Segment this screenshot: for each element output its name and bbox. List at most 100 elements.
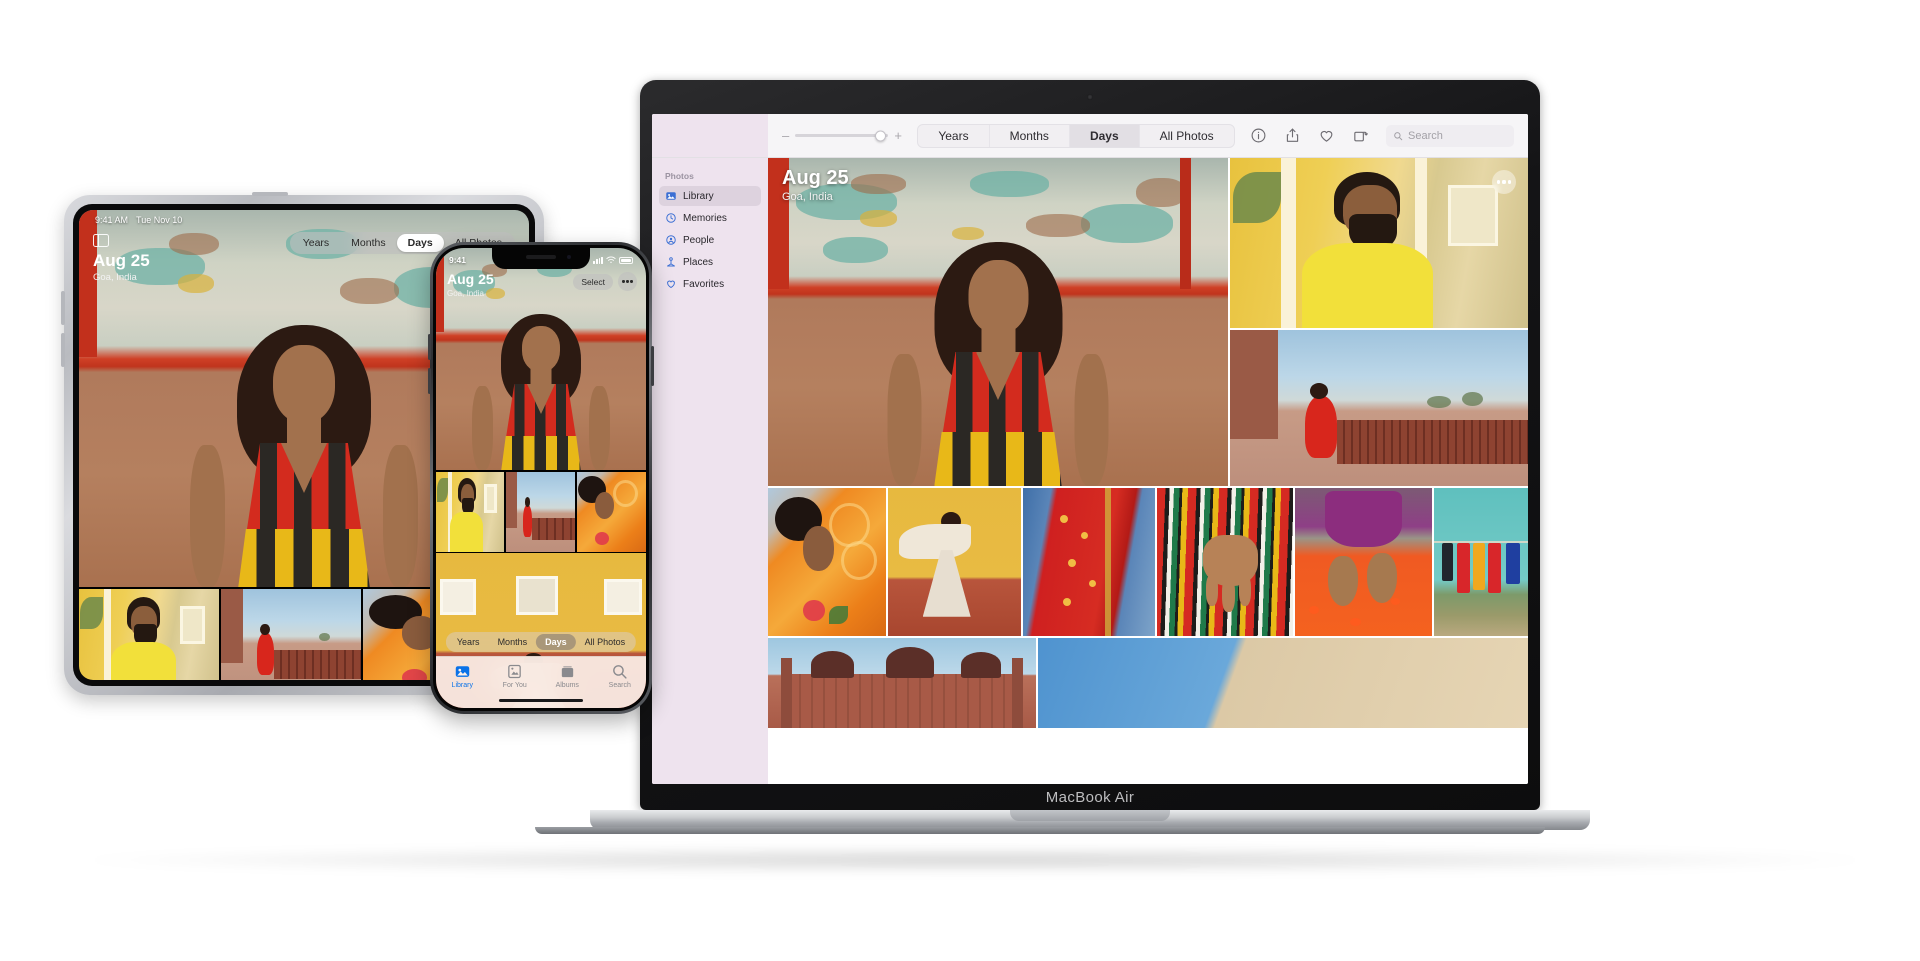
iphone-more-button[interactable] [618,272,637,291]
iphone-day-title: Aug 25 [447,271,494,287]
photo-tile[interactable] [1023,488,1155,636]
iphone-segmented-control[interactable]: Years Months Days All Photos [445,632,637,652]
iphone-select-button[interactable]: Select [573,273,613,290]
iphone-power-button[interactable] [651,346,654,386]
iphone-screen: 9:41 Aug 25 Goa, India Select Years Mont… [436,248,646,708]
photo-tile[interactable] [768,158,1228,486]
photo-tile[interactable] [79,589,219,680]
ipad-day-subtitle: Goa, India [93,271,137,283]
zoom-slider-knob[interactable] [875,130,887,141]
sidebar-item-favorites-label: Favorites [683,278,725,290]
mac-body: Photos Library Memories People Places Fa… [652,158,1528,784]
mac-search-field[interactable]: Search [1386,124,1514,147]
sidebar-section-photos: Photos [665,171,694,181]
ipad-volume-down-button[interactable] [61,333,65,367]
mac-seg-years[interactable]: Years [918,124,990,147]
iphone-front-camera-icon [567,255,571,259]
ipad-day-title: Aug 25 [93,251,150,270]
mac-seg-days[interactable]: Days [1069,124,1140,147]
photo-tile[interactable] [1230,158,1528,328]
iphone-volume-up-button[interactable] [428,334,431,360]
signal-bars-icon [593,256,603,264]
mac-day-subtitle: Goa, India [782,191,833,203]
iphone-tab-search-label: Search [608,682,631,689]
photo-tile[interactable] [768,488,887,636]
iphone-tab-search[interactable]: Search [594,663,647,689]
iphone-seg-all-photos[interactable]: All Photos [576,634,635,650]
search-icon [613,665,627,679]
scene: – + Years Months Days All Photos Search … [0,0,1920,961]
mac-segmented-control[interactable]: Years Months Days All Photos [917,123,1235,148]
iphone-tab-albums[interactable]: Albums [541,663,594,689]
iphone-top-buttons: Select [573,272,637,291]
mac-toolbar: – + Years Months Days All Photos Search [652,114,1528,158]
ipad-volume-up-button[interactable] [61,291,65,325]
iphone-tab-library[interactable]: Library [436,663,489,689]
albums-icon [561,666,573,678]
mac-day-header: Aug 25 Goa, India [782,167,849,204]
places-icon [667,257,675,267]
iphone-status-time: 9:41 [449,255,467,265]
iphone-seg-months[interactable]: Months [489,634,537,650]
photo-tile[interactable] [436,471,505,552]
sidebar-item-favorites[interactable]: Favorites [659,274,761,294]
zoom-slider[interactable]: – + [782,129,902,142]
macbook-foot [535,827,1545,834]
iphone-tab-for-you-label: For You [502,682,527,689]
ipad-power-button[interactable] [252,192,288,196]
search-icon [1394,131,1403,140]
for-you-icon [508,664,522,679]
iphone-seg-years[interactable]: Years [448,634,489,650]
mac-day-title: Aug 25 [782,167,849,189]
info-icon[interactable] [1250,127,1267,144]
sidebar-item-memories[interactable]: Memories [659,208,761,228]
iphone-bezel: 9:41 Aug 25 Goa, India Select Years Mont… [433,245,649,711]
iphone-tab-for-you[interactable]: For You [489,663,542,689]
iphone-device: 9:41 Aug 25 Goa, India Select Years Mont… [428,242,654,714]
photo-tile[interactable] [1434,488,1528,636]
iphone-tab-library-label: Library [451,682,473,689]
photo-tile[interactable] [1038,638,1528,728]
favorite-heart-icon[interactable] [1318,127,1335,144]
share-icon[interactable] [1284,127,1301,144]
macbook-lid: – + Years Months Days All Photos Search … [640,80,1540,810]
sidebar-item-library[interactable]: Library [659,186,761,206]
rotate-icon[interactable] [1352,127,1369,144]
photo-tile[interactable] [888,488,1022,636]
mac-search-placeholder: Search [1408,129,1443,142]
macbook-lid-notch [1010,810,1170,821]
sidebar-item-people[interactable]: People [659,230,761,250]
ipad-seg-months[interactable]: Months [340,234,396,252]
ipad-status-time: 9:41 AM [95,215,129,225]
sidebar-item-places[interactable]: Places [659,252,761,272]
photo-tile[interactable] [506,471,575,552]
mac-toolbar-icons: Search [1250,124,1514,147]
zoom-out-label[interactable]: – [782,129,789,142]
photo-tile[interactable] [768,638,1036,728]
wifi-icon [606,256,616,263]
sidebar-item-memories-label: Memories [683,212,727,224]
iphone-seg-days[interactable]: Days [536,634,576,650]
photo-tile[interactable] [221,589,361,680]
sidebar-item-people-label: People [683,234,715,246]
ipad-status-bar: 9:41 AM Tue Nov 10 [79,210,529,230]
photo-tile[interactable] [576,471,646,552]
ipad-seg-years[interactable]: Years [292,234,340,252]
people-icon [666,235,676,245]
memories-icon [666,213,676,223]
ipad-status-date: Tue Nov 10 [136,215,183,225]
iphone-speaker-icon [526,255,556,259]
ipad-sidebar-toggle-icon[interactable] [93,234,109,247]
iphone-volume-down-button[interactable] [428,368,431,394]
mac-seg-months[interactable]: Months [990,124,1070,147]
macbook-model-label: MacBook Air [1045,789,1135,806]
zoom-in-label[interactable]: + [894,129,902,142]
photo-tile[interactable] [1295,488,1433,636]
photo-tile[interactable] [1156,488,1294,636]
photo-tile[interactable] [1230,330,1528,486]
iphone-home-indicator[interactable] [499,698,583,702]
mac-seg-all-photos[interactable]: All Photos [1140,125,1234,147]
mac-more-button[interactable] [1492,170,1516,194]
library-icon [666,192,676,200]
zoom-slider-track[interactable] [795,130,889,141]
